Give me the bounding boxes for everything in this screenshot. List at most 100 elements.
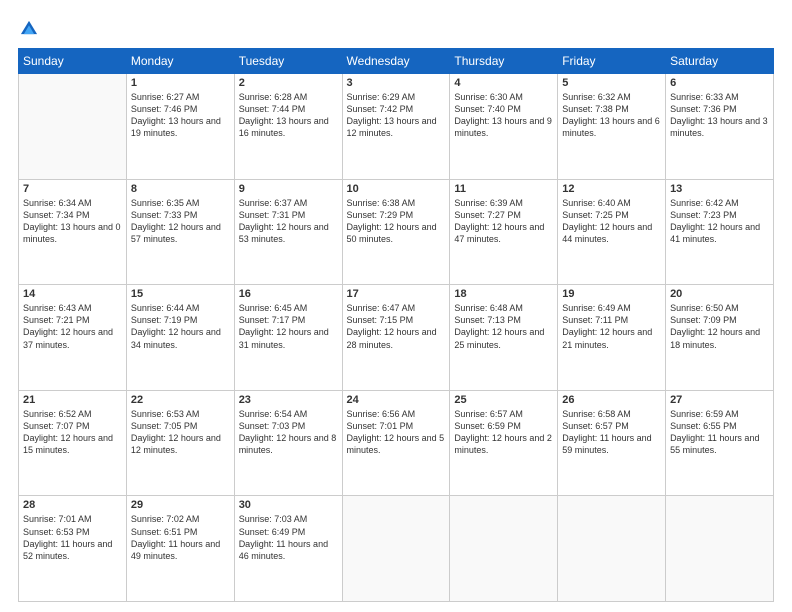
weekday-header-friday: Friday [558, 49, 666, 74]
weekday-header-row: SundayMondayTuesdayWednesdayThursdayFrid… [19, 49, 774, 74]
day-info: Sunrise: 6:29 AMSunset: 7:42 PMDaylight:… [347, 91, 446, 140]
calendar-cell: 19 Sunrise: 6:49 AMSunset: 7:11 PMDaylig… [558, 285, 666, 391]
day-info: Sunrise: 6:49 AMSunset: 7:11 PMDaylight:… [562, 302, 661, 351]
day-number: 24 [347, 394, 446, 406]
calendar-cell: 30 Sunrise: 7:03 AMSunset: 6:49 PMDaylig… [234, 496, 342, 602]
day-info: Sunrise: 6:47 AMSunset: 7:15 PMDaylight:… [347, 302, 446, 351]
day-number: 4 [454, 77, 553, 89]
day-info: Sunrise: 7:01 AMSunset: 6:53 PMDaylight:… [23, 513, 122, 562]
calendar-cell [450, 496, 558, 602]
week-row-2: 7 Sunrise: 6:34 AMSunset: 7:34 PMDayligh… [19, 179, 774, 285]
calendar-cell: 1 Sunrise: 6:27 AMSunset: 7:46 PMDayligh… [126, 74, 234, 180]
week-row-4: 21 Sunrise: 6:52 AMSunset: 7:07 PMDaylig… [19, 390, 774, 496]
day-number: 6 [670, 77, 769, 89]
day-number: 26 [562, 394, 661, 406]
day-number: 29 [131, 499, 230, 511]
calendar-cell: 9 Sunrise: 6:37 AMSunset: 7:31 PMDayligh… [234, 179, 342, 285]
calendar-cell: 20 Sunrise: 6:50 AMSunset: 7:09 PMDaylig… [666, 285, 774, 391]
week-row-1: 1 Sunrise: 6:27 AMSunset: 7:46 PMDayligh… [19, 74, 774, 180]
day-info: Sunrise: 6:53 AMSunset: 7:05 PMDaylight:… [131, 408, 230, 457]
day-info: Sunrise: 6:39 AMSunset: 7:27 PMDaylight:… [454, 197, 553, 246]
day-number: 11 [454, 183, 553, 195]
day-info: Sunrise: 7:03 AMSunset: 6:49 PMDaylight:… [239, 513, 338, 562]
day-info: Sunrise: 6:52 AMSunset: 7:07 PMDaylight:… [23, 408, 122, 457]
day-number: 10 [347, 183, 446, 195]
day-number: 18 [454, 288, 553, 300]
calendar-cell: 7 Sunrise: 6:34 AMSunset: 7:34 PMDayligh… [19, 179, 127, 285]
day-number: 3 [347, 77, 446, 89]
day-info: Sunrise: 6:43 AMSunset: 7:21 PMDaylight:… [23, 302, 122, 351]
day-info: Sunrise: 6:48 AMSunset: 7:13 PMDaylight:… [454, 302, 553, 351]
logo-icon [18, 18, 40, 40]
calendar-cell: 18 Sunrise: 6:48 AMSunset: 7:13 PMDaylig… [450, 285, 558, 391]
day-info: Sunrise: 6:57 AMSunset: 6:59 PMDaylight:… [454, 408, 553, 457]
calendar-cell: 8 Sunrise: 6:35 AMSunset: 7:33 PMDayligh… [126, 179, 234, 285]
calendar-cell: 12 Sunrise: 6:40 AMSunset: 7:25 PMDaylig… [558, 179, 666, 285]
day-info: Sunrise: 6:44 AMSunset: 7:19 PMDaylight:… [131, 302, 230, 351]
day-info: Sunrise: 6:56 AMSunset: 7:01 PMDaylight:… [347, 408, 446, 457]
day-number: 20 [670, 288, 769, 300]
day-number: 1 [131, 77, 230, 89]
day-info: Sunrise: 6:33 AMSunset: 7:36 PMDaylight:… [670, 91, 769, 140]
calendar-cell [666, 496, 774, 602]
calendar-cell: 10 Sunrise: 6:38 AMSunset: 7:29 PMDaylig… [342, 179, 450, 285]
day-number: 23 [239, 394, 338, 406]
day-number: 21 [23, 394, 122, 406]
day-number: 7 [23, 183, 122, 195]
day-number: 12 [562, 183, 661, 195]
calendar-cell [342, 496, 450, 602]
calendar-cell: 25 Sunrise: 6:57 AMSunset: 6:59 PMDaylig… [450, 390, 558, 496]
page: SundayMondayTuesdayWednesdayThursdayFrid… [0, 0, 792, 612]
day-number: 30 [239, 499, 338, 511]
calendar-cell: 23 Sunrise: 6:54 AMSunset: 7:03 PMDaylig… [234, 390, 342, 496]
weekday-header-wednesday: Wednesday [342, 49, 450, 74]
weekday-header-thursday: Thursday [450, 49, 558, 74]
day-info: Sunrise: 6:59 AMSunset: 6:55 PMDaylight:… [670, 408, 769, 457]
day-info: Sunrise: 6:50 AMSunset: 7:09 PMDaylight:… [670, 302, 769, 351]
calendar-cell: 27 Sunrise: 6:59 AMSunset: 6:55 PMDaylig… [666, 390, 774, 496]
day-info: Sunrise: 6:27 AMSunset: 7:46 PMDaylight:… [131, 91, 230, 140]
day-number: 28 [23, 499, 122, 511]
day-info: Sunrise: 6:54 AMSunset: 7:03 PMDaylight:… [239, 408, 338, 457]
day-number: 17 [347, 288, 446, 300]
calendar-cell: 6 Sunrise: 6:33 AMSunset: 7:36 PMDayligh… [666, 74, 774, 180]
day-info: Sunrise: 6:40 AMSunset: 7:25 PMDaylight:… [562, 197, 661, 246]
calendar-cell: 21 Sunrise: 6:52 AMSunset: 7:07 PMDaylig… [19, 390, 127, 496]
calendar-cell: 28 Sunrise: 7:01 AMSunset: 6:53 PMDaylig… [19, 496, 127, 602]
logo [18, 18, 44, 40]
day-number: 22 [131, 394, 230, 406]
weekday-header-monday: Monday [126, 49, 234, 74]
calendar-cell: 11 Sunrise: 6:39 AMSunset: 7:27 PMDaylig… [450, 179, 558, 285]
day-number: 27 [670, 394, 769, 406]
day-info: Sunrise: 6:38 AMSunset: 7:29 PMDaylight:… [347, 197, 446, 246]
day-info: Sunrise: 6:37 AMSunset: 7:31 PMDaylight:… [239, 197, 338, 246]
day-info: Sunrise: 7:02 AMSunset: 6:51 PMDaylight:… [131, 513, 230, 562]
day-number: 2 [239, 77, 338, 89]
calendar-cell: 2 Sunrise: 6:28 AMSunset: 7:44 PMDayligh… [234, 74, 342, 180]
day-info: Sunrise: 6:28 AMSunset: 7:44 PMDaylight:… [239, 91, 338, 140]
calendar-cell: 4 Sunrise: 6:30 AMSunset: 7:40 PMDayligh… [450, 74, 558, 180]
weekday-header-sunday: Sunday [19, 49, 127, 74]
calendar-cell: 3 Sunrise: 6:29 AMSunset: 7:42 PMDayligh… [342, 74, 450, 180]
day-number: 16 [239, 288, 338, 300]
weekday-header-tuesday: Tuesday [234, 49, 342, 74]
day-number: 14 [23, 288, 122, 300]
calendar-cell: 29 Sunrise: 7:02 AMSunset: 6:51 PMDaylig… [126, 496, 234, 602]
day-number: 9 [239, 183, 338, 195]
day-number: 19 [562, 288, 661, 300]
calendar-cell: 5 Sunrise: 6:32 AMSunset: 7:38 PMDayligh… [558, 74, 666, 180]
header [18, 18, 774, 40]
calendar-cell: 16 Sunrise: 6:45 AMSunset: 7:17 PMDaylig… [234, 285, 342, 391]
calendar-cell: 22 Sunrise: 6:53 AMSunset: 7:05 PMDaylig… [126, 390, 234, 496]
day-info: Sunrise: 6:42 AMSunset: 7:23 PMDaylight:… [670, 197, 769, 246]
calendar-cell: 14 Sunrise: 6:43 AMSunset: 7:21 PMDaylig… [19, 285, 127, 391]
day-info: Sunrise: 6:34 AMSunset: 7:34 PMDaylight:… [23, 197, 122, 246]
week-row-5: 28 Sunrise: 7:01 AMSunset: 6:53 PMDaylig… [19, 496, 774, 602]
day-number: 5 [562, 77, 661, 89]
day-info: Sunrise: 6:35 AMSunset: 7:33 PMDaylight:… [131, 197, 230, 246]
day-number: 25 [454, 394, 553, 406]
calendar-cell: 24 Sunrise: 6:56 AMSunset: 7:01 PMDaylig… [342, 390, 450, 496]
calendar-cell: 17 Sunrise: 6:47 AMSunset: 7:15 PMDaylig… [342, 285, 450, 391]
calendar-cell: 13 Sunrise: 6:42 AMSunset: 7:23 PMDaylig… [666, 179, 774, 285]
calendar-cell [558, 496, 666, 602]
